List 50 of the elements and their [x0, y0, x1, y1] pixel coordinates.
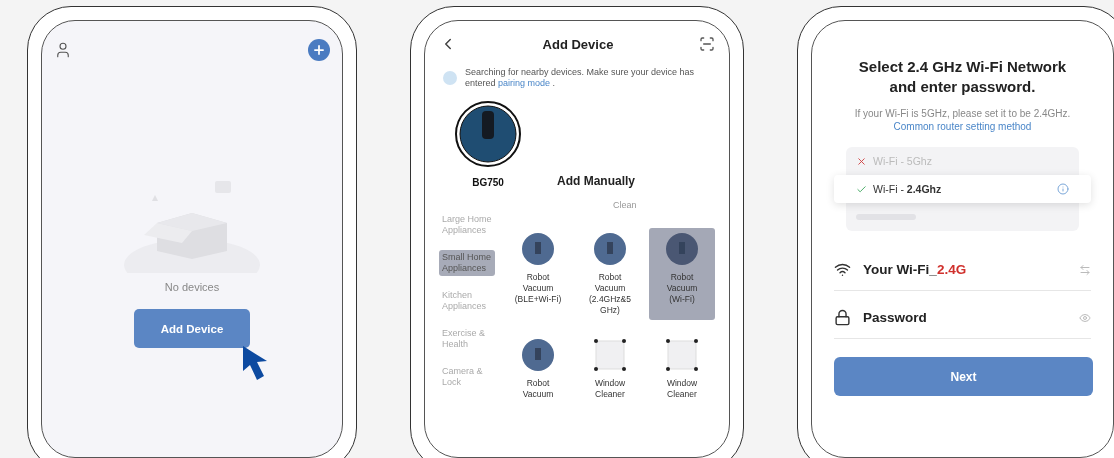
- search-hint: Searching for nearby devices. Make sure your device has entered pairing mode .: [465, 67, 696, 89]
- robot-vacuum-icon: [665, 232, 699, 266]
- screen-title: Select 2.4 GHz Wi-Fi Network and enter password.: [857, 57, 1068, 97]
- router-setting-link[interactable]: Common router setting method: [893, 121, 1032, 132]
- device-label: Robot Vacuum (BLE+Wi-Fi): [514, 272, 562, 305]
- category-item[interactable]: Small Home Appliances: [439, 250, 495, 276]
- robot-vacuum-photo[interactable]: [455, 101, 521, 167]
- device-label: Robot Vacuum (Wi-Fi): [665, 272, 699, 305]
- wifi-hint: If your Wi-Fi is 5GHz, please set it to be 2.4GHz. Common router setting method: [853, 107, 1072, 133]
- window-cleaner-icon: [665, 338, 699, 372]
- device-label: Robot Vacuum: [521, 378, 555, 400]
- category-item[interactable]: Large Home Appliances: [439, 212, 495, 238]
- empty-state-text: No devices: [164, 281, 220, 293]
- wifi-name: Your Wi-Fi_2.4G: [863, 262, 968, 277]
- network-name: Wi-Fi - 2.4Ghz: [873, 183, 942, 195]
- device-tile[interactable]: Robot Vacuum (BLE+Wi-Fi): [505, 228, 571, 320]
- window-cleaner-icon: [593, 338, 627, 372]
- scan-icon[interactable]: [699, 36, 715, 52]
- device-tile[interactable]: Robot Vacuum: [505, 334, 571, 404]
- device-label: Window Cleaner: [593, 378, 627, 400]
- network-name: Wi-Fi - 5Ghz: [873, 155, 932, 167]
- device-label: Window Cleaner: [665, 378, 699, 400]
- password-field[interactable]: Password: [863, 310, 1067, 325]
- category-heading: Clean: [613, 200, 637, 210]
- category-item[interactable]: Kitchen Appliances: [439, 288, 495, 314]
- next-button[interactable]: Next: [834, 357, 1093, 396]
- device-label: Robot Vacuum (2.4GHz&5 GHz): [587, 272, 632, 316]
- check-icon: [856, 183, 867, 195]
- robot-vacuum-icon: [521, 232, 555, 266]
- switch-icon[interactable]: [1079, 263, 1091, 276]
- robot-vacuum-icon: [521, 338, 555, 372]
- plus-icon: [312, 43, 326, 57]
- user-icon[interactable]: [54, 41, 72, 59]
- wifi-icon: [834, 261, 851, 278]
- searching-icon: [443, 71, 457, 85]
- device-tile[interactable]: Robot Vacuum (2.4GHz&5 GHz): [577, 228, 643, 320]
- network-item[interactable]: Wi-Fi - 2.4Ghz: [834, 175, 1091, 203]
- cross-icon: [856, 155, 867, 167]
- screen-title: Add Device: [542, 36, 614, 52]
- section-title: Add Manually: [557, 174, 635, 188]
- device-tile[interactable]: Robot Vacuum (Wi-Fi): [649, 228, 715, 320]
- category-item[interactable]: Camera & Lock: [439, 364, 495, 390]
- device-name: BG750: [472, 177, 504, 188]
- category-item[interactable]: Exercise & Health: [439, 326, 495, 352]
- lock-icon: [834, 309, 851, 326]
- pairing-mode-link[interactable]: pairing mode: [498, 78, 551, 88]
- device-tile[interactable]: Window Cleaner: [577, 334, 643, 404]
- device-tile[interactable]: Window Cleaner: [649, 334, 715, 404]
- add-button[interactable]: [308, 39, 330, 61]
- robot-vacuum-icon: [593, 232, 627, 266]
